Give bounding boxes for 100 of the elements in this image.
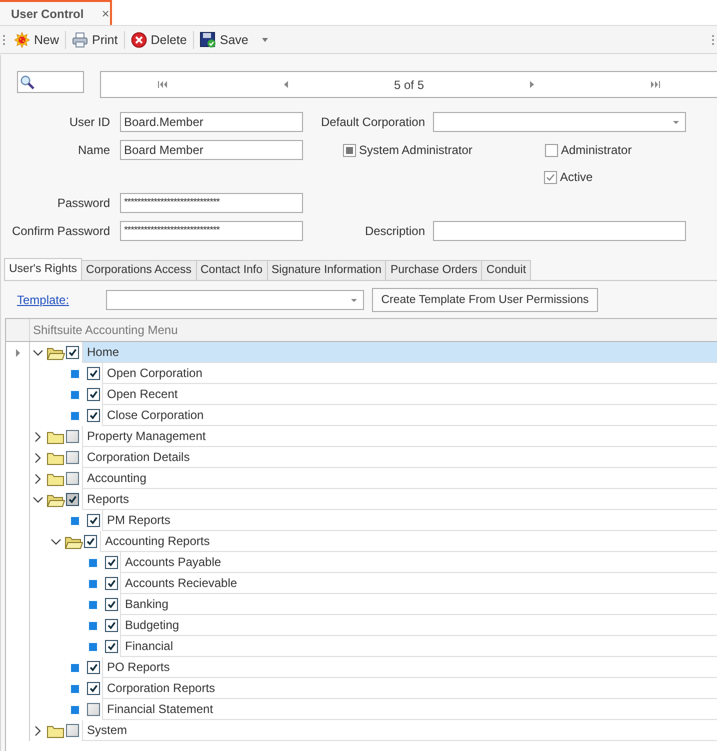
tree-node[interactable]: Budgeting [120, 615, 717, 636]
password-field[interactable]: ***************************** [120, 193, 303, 213]
delete-icon [130, 32, 147, 48]
close-icon[interactable]: × [102, 6, 110, 21]
checkbox[interactable] [105, 556, 118, 569]
item-bullet-icon [71, 412, 79, 420]
toolbar-button[interactable]: Save [196, 30, 272, 50]
next-record-icon[interactable] [530, 81, 534, 88]
checkbox[interactable] [87, 682, 100, 695]
dropdown-field[interactable] [106, 290, 364, 310]
field-label: Default Corporation [320, 115, 425, 129]
item-bullet-icon [71, 370, 79, 378]
folder-icon [47, 450, 65, 464]
column-header[interactable]: Shiftsuite Accounting Menu [30, 319, 178, 341]
tab[interactable]: Contact Info [196, 260, 268, 280]
checkbox[interactable] [105, 577, 118, 590]
checkbox-label: Active [560, 170, 593, 184]
tree-node[interactable]: Close Corporation [102, 405, 717, 426]
toolbar-button[interactable]: Print [69, 30, 121, 50]
floppy-icon [200, 32, 216, 48]
tab[interactable]: Conduit [481, 260, 532, 280]
item-bullet-icon [89, 600, 97, 608]
previous-record-icon[interactable] [284, 81, 288, 88]
tree-node[interactable]: Accounting Reports [100, 531, 717, 552]
item-bullet-icon [71, 390, 79, 398]
item-bullet-icon [89, 622, 97, 630]
tree-node[interactable]: Corporation Reports [102, 678, 717, 699]
tree-node[interactable]: Home [82, 342, 717, 363]
tree-node[interactable]: Accounting [82, 468, 717, 489]
field-label: Description [364, 224, 425, 238]
tab[interactable]: User's Rights [4, 258, 82, 280]
field-label: User ID [68, 115, 110, 129]
printer-icon [72, 32, 88, 48]
tree-node[interactable]: Financial Statement [102, 699, 717, 720]
tab[interactable]: Signature Information [266, 260, 386, 280]
tree-node[interactable]: Property Management [82, 426, 717, 447]
folder-icon [47, 492, 65, 506]
checkbox[interactable] [66, 346, 79, 359]
item-bullet-icon [71, 684, 79, 692]
tree-node[interactable]: Open Recent [102, 384, 717, 405]
checkbox[interactable] [66, 472, 79, 485]
tree-node[interactable]: System [82, 720, 717, 741]
tree-node[interactable]: Financial [120, 636, 717, 657]
toolbar-button[interactable]: New [11, 30, 62, 50]
tree-node[interactable]: Open Corporation [102, 363, 717, 384]
tab[interactable]: Corporations Access [81, 260, 196, 280]
folder-icon [47, 724, 65, 738]
tree-node[interactable]: Accounts Payable [120, 552, 717, 573]
checkbox[interactable] [544, 170, 557, 184]
tree-node[interactable]: Corporation Details [82, 447, 717, 468]
folder-icon [47, 472, 65, 486]
caret-icon[interactable] [673, 120, 679, 124]
input-field[interactable]: Board.Member [120, 112, 303, 132]
checkbox[interactable] [87, 388, 100, 401]
checkbox[interactable] [105, 619, 118, 632]
field-label: Password [56, 196, 110, 210]
folder-icon [47, 346, 65, 360]
tree-node[interactable]: Accounts Recievable [120, 573, 717, 594]
create-template-button[interactable]: Create Template From User Permissions [372, 288, 598, 312]
first-record-icon[interactable] [158, 81, 168, 88]
folder-icon [47, 430, 65, 444]
checkbox[interactable] [84, 535, 97, 548]
checkbox-label: Administrator [561, 143, 632, 157]
checkbox[interactable] [343, 144, 356, 156]
record-position: 5 of 5 [394, 78, 424, 92]
caret-icon[interactable] [262, 38, 268, 42]
last-record-icon[interactable] [650, 81, 660, 88]
input-field[interactable]: Board Member [120, 140, 303, 160]
checkbox[interactable] [87, 409, 100, 422]
checkbox[interactable] [545, 144, 558, 156]
burst-icon [14, 32, 30, 48]
document-tab[interactable]: User Control × [0, 0, 112, 25]
checkbox[interactable] [66, 724, 79, 737]
checkbox[interactable] [66, 430, 79, 443]
checkbox[interactable] [66, 493, 79, 506]
tree-node[interactable]: Reports [82, 489, 717, 510]
checkbox[interactable] [105, 640, 118, 653]
dropdown-field[interactable] [433, 112, 686, 132]
search-field[interactable] [17, 71, 84, 93]
item-bullet-icon [89, 558, 97, 566]
item-bullet-icon [89, 642, 97, 650]
tree-node[interactable]: PO Reports [102, 657, 717, 678]
tab[interactable]: Purchase Orders [385, 260, 482, 280]
item-bullet-icon [71, 516, 79, 524]
caret-icon[interactable] [351, 298, 357, 302]
toolbar-button[interactable]: Delete [128, 30, 190, 50]
checkbox[interactable] [87, 703, 100, 716]
checkbox-label: System Administrator [359, 143, 472, 157]
checkbox[interactable] [87, 514, 100, 527]
checkbox[interactable] [105, 598, 118, 611]
template-link[interactable]: Template: [17, 293, 106, 307]
password-field[interactable]: ***************************** [120, 221, 303, 241]
checkbox[interactable] [87, 367, 100, 380]
checkbox[interactable] [66, 451, 79, 464]
checkbox[interactable] [87, 661, 100, 674]
tree-node[interactable]: Banking [120, 594, 717, 615]
tree-node[interactable]: PM Reports [102, 510, 717, 531]
field-label: Name [76, 143, 110, 157]
input-field[interactable] [433, 221, 686, 241]
item-bullet-icon [71, 664, 79, 672]
